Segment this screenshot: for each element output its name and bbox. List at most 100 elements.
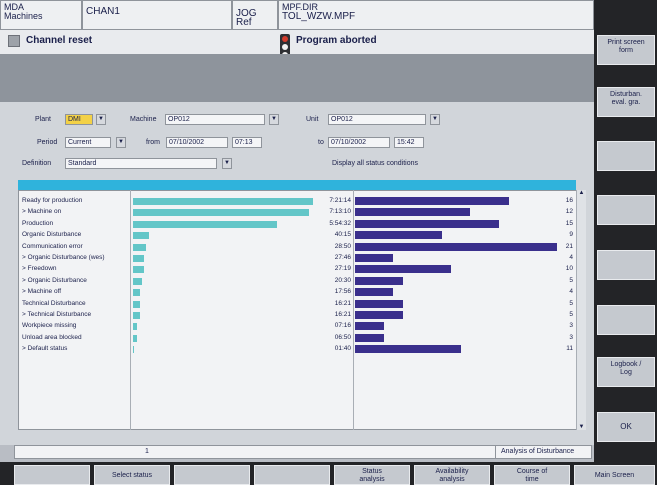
duration-bar bbox=[133, 266, 144, 274]
count-bar bbox=[355, 242, 557, 251]
scroll-down-icon[interactable]: ▼ bbox=[577, 424, 586, 430]
channel-label: CHAN1 bbox=[82, 0, 232, 30]
duration-bar bbox=[133, 334, 137, 342]
count-bar bbox=[355, 311, 403, 319]
duration-bar bbox=[133, 232, 149, 240]
count-value: 10 bbox=[565, 265, 573, 273]
availability-analysis-softkey[interactable]: Availability analysis bbox=[414, 465, 490, 485]
period-dropdown-icon[interactable]: ▼ bbox=[116, 137, 126, 148]
count-bar bbox=[355, 345, 461, 354]
softkey-blank-5[interactable] bbox=[597, 250, 655, 280]
definition-dropdown-icon[interactable]: ▼ bbox=[222, 158, 232, 169]
table-scrollbar[interactable]: ▲ ▼ bbox=[576, 190, 586, 430]
unit-label: Unit bbox=[306, 116, 319, 123]
to-time-field[interactable]: 15:42 bbox=[394, 137, 424, 148]
duration-value: 40:15 bbox=[334, 231, 351, 239]
definition-field[interactable]: Standard bbox=[65, 158, 217, 169]
count-bar bbox=[355, 265, 451, 274]
softkey-blank-3[interactable] bbox=[597, 141, 655, 171]
count-bar bbox=[355, 208, 470, 217]
course-of-time-softkey[interactable]: Course of time bbox=[494, 465, 570, 485]
duration-bar bbox=[133, 300, 140, 308]
status-divider bbox=[495, 446, 496, 458]
period-field[interactable]: Current bbox=[65, 137, 111, 148]
logbook-softkey[interactable]: Logbook / Log bbox=[597, 357, 655, 387]
duration-bar bbox=[133, 289, 140, 297]
softkey-blank-6[interactable] bbox=[597, 305, 655, 335]
plant-field[interactable]: DMI bbox=[65, 114, 93, 125]
plant-dropdown-icon[interactable]: ▼ bbox=[96, 114, 106, 125]
duration-bar bbox=[133, 220, 277, 228]
duration-value: 7:21:14 bbox=[329, 197, 351, 204]
row-status-label: Production bbox=[22, 219, 54, 227]
duration-value: 17:56 bbox=[334, 288, 351, 296]
from-time-field[interactable]: 07:13 bbox=[232, 137, 262, 148]
count-bar bbox=[355, 322, 384, 331]
count-value: 3 bbox=[569, 322, 573, 330]
row-status-label: > Machine on bbox=[22, 208, 62, 216]
status-right-text: Analysis of Disturbance bbox=[501, 448, 575, 455]
scroll-up-icon[interactable]: ▲ bbox=[577, 190, 586, 196]
count-bar bbox=[355, 231, 442, 240]
area-label: MDA Machines bbox=[0, 0, 82, 30]
count-value: 21 bbox=[565, 242, 573, 250]
unit-field[interactable]: OP012 bbox=[328, 114, 426, 125]
row-status-label: > Organic Disturbance (wes) bbox=[22, 254, 105, 261]
print-screen-softkey[interactable]: Print screen form bbox=[597, 35, 655, 65]
table-col-divider-1 bbox=[130, 190, 131, 430]
row-status-label: Ready for production bbox=[22, 197, 83, 204]
to-date-field[interactable]: 07/10/2002 bbox=[328, 137, 390, 148]
duration-value: 27:19 bbox=[334, 265, 351, 273]
duration-value: 5:54:32 bbox=[329, 219, 351, 227]
duration-bar bbox=[133, 277, 142, 285]
softkey-blank-4[interactable] bbox=[597, 195, 655, 225]
count-bar bbox=[355, 288, 393, 297]
main-screen-softkey[interactable]: Main Screen bbox=[574, 465, 655, 485]
unit-dropdown-icon[interactable]: ▼ bbox=[430, 114, 440, 125]
bottom-softkey-3[interactable] bbox=[174, 465, 250, 485]
count-bar bbox=[355, 333, 384, 342]
status-table bbox=[18, 190, 586, 430]
bottom-softkey-4[interactable] bbox=[254, 465, 330, 485]
row-status-label: > Freedown bbox=[22, 265, 57, 273]
duration-value: 07:16 bbox=[334, 322, 351, 330]
ok-softkey[interactable]: OK bbox=[597, 412, 655, 442]
row-status-label: > Machine off bbox=[22, 288, 62, 296]
count-value: 15 bbox=[565, 219, 573, 227]
status-analysis-softkey[interactable]: Status analysis bbox=[334, 465, 410, 485]
bottom-softkey-1[interactable] bbox=[14, 465, 90, 485]
machine-field[interactable]: OP012 bbox=[165, 114, 265, 125]
row-status-label: Unload area blocked bbox=[22, 333, 82, 341]
row-status-label: > Default status bbox=[22, 345, 68, 353]
duration-bar bbox=[133, 255, 144, 262]
row-status-label: Communication error bbox=[22, 242, 83, 250]
row-status-label: > Technical Disturbance bbox=[22, 311, 92, 318]
duration-value: 7:13:10 bbox=[329, 208, 351, 216]
count-value: 4 bbox=[569, 288, 573, 296]
disturbance-eval-softkey[interactable]: Disturban. eval. gra. bbox=[597, 87, 655, 117]
count-value: 5 bbox=[569, 299, 573, 307]
duration-bar bbox=[133, 198, 313, 205]
row-status-label: Workpiece missing bbox=[22, 322, 77, 330]
select-status-softkey[interactable]: Select status bbox=[94, 465, 170, 485]
count-bar bbox=[355, 197, 509, 205]
duration-value: 16:21 bbox=[334, 299, 351, 307]
duration-value: 20:30 bbox=[334, 276, 351, 284]
duration-value: 06:50 bbox=[334, 333, 351, 341]
from-date-field[interactable]: 07/10/2002 bbox=[166, 137, 228, 148]
to-label: to bbox=[318, 139, 324, 146]
from-label: from bbox=[146, 139, 160, 146]
duration-value: 28:50 bbox=[334, 242, 351, 250]
page-indicator: 1 bbox=[145, 448, 149, 455]
count-value: 4 bbox=[569, 254, 573, 261]
count-bar bbox=[355, 299, 403, 308]
row-status-label: Organic Disturbance bbox=[22, 231, 82, 239]
machine-dropdown-icon[interactable]: ▼ bbox=[269, 114, 279, 125]
count-value: 5 bbox=[569, 311, 573, 318]
period-label: Period bbox=[37, 139, 58, 146]
mode-label: JOG Ref bbox=[232, 0, 278, 30]
count-value: 3 bbox=[569, 333, 573, 341]
program-state: Program aborted bbox=[296, 35, 377, 46]
count-value: 5 bbox=[569, 276, 573, 284]
message-area bbox=[0, 54, 594, 102]
